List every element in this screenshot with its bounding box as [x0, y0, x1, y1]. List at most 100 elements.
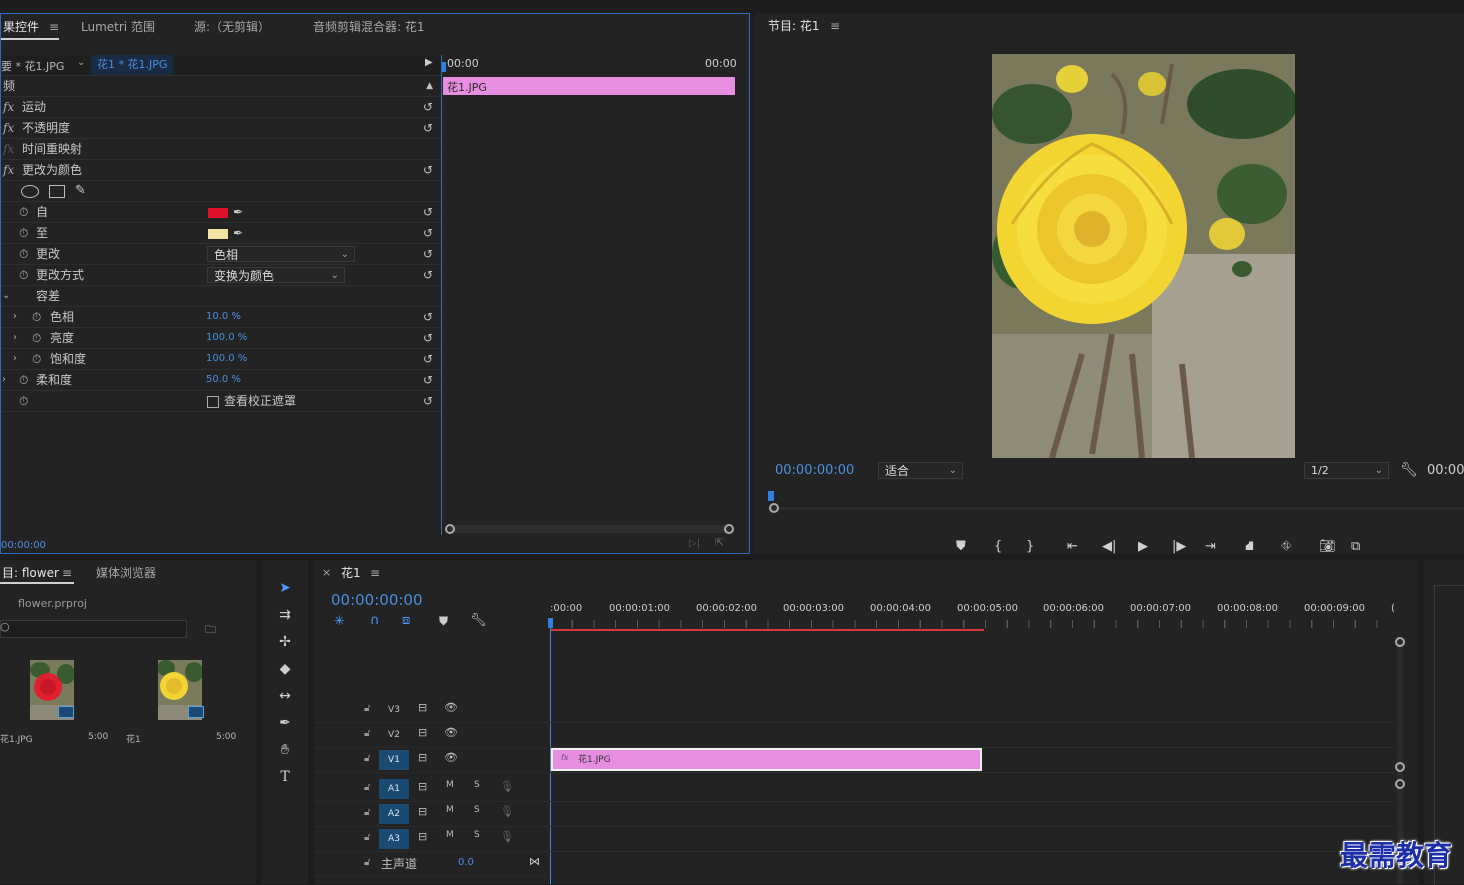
lock-icon[interactable]: 🔓︎ — [364, 832, 370, 843]
reset-icon[interactable]: ↺ — [423, 202, 433, 222]
pen-tool-icon[interactable]: ✒ — [272, 711, 298, 735]
step-forward-icon[interactable]: |▶ — [1172, 539, 1186, 554]
scroll-handle-left[interactable] — [445, 524, 455, 534]
lock-icon[interactable]: 🔓︎ — [364, 703, 370, 714]
insert-nest-icon[interactable]: ✳ — [334, 614, 345, 629]
reset-icon[interactable]: ↺ — [423, 223, 433, 243]
pen-mask-icon[interactable]: ✎ — [75, 181, 86, 201]
reset-icon[interactable]: ↺ — [423, 391, 433, 411]
mark-in-icon[interactable]: { — [994, 539, 1002, 554]
lightness-value[interactable]: 100.0 % — [206, 328, 247, 348]
timeline-clip[interactable]: fx 花1.JPG — [551, 748, 982, 771]
rectangle-mask-icon[interactable] — [49, 185, 65, 198]
stopwatch-icon[interactable]: ⏱ — [32, 328, 41, 348]
mask-checkbox[interactable] — [207, 396, 219, 408]
track-name[interactable]: V2 — [379, 725, 409, 745]
extract-icon[interactable]: ⛗ — [1281, 539, 1291, 554]
fit-dropdown[interactable]: 适合 ⌄ — [878, 462, 963, 479]
reset-icon[interactable]: ↺ — [423, 160, 433, 180]
reset-icon[interactable]: ↺ — [423, 370, 433, 390]
resolution-dropdown[interactable]: 1/2 ⌄ — [1304, 462, 1389, 479]
stopwatch-icon[interactable]: ⏱ — [19, 391, 28, 411]
expand-chevron-icon[interactable]: › — [13, 307, 17, 327]
track-name[interactable]: V1 — [379, 750, 409, 770]
sync-lock-icon[interactable]: ⊟ — [418, 751, 427, 764]
tab-audio-clip-mixer[interactable]: 音频剪辑混合器: 花1 — [313, 14, 425, 40]
eye-icon[interactable]: 👁︎ — [444, 726, 458, 739]
sync-lock-icon[interactable]: ⊟ — [418, 701, 427, 714]
to-color-swatch[interactable] — [208, 229, 228, 239]
timeline-settings-icon[interactable]: 🔧︎ — [470, 613, 487, 628]
project-item[interactable]: 花1 5:00 — [120, 652, 236, 752]
lock-icon[interactable]: 🔓︎ — [364, 807, 370, 818]
stopwatch-icon[interactable]: ⏱ — [19, 265, 28, 285]
timeline-close-icon[interactable]: × — [322, 560, 331, 586]
program-menu-icon[interactable]: ≡ — [830, 13, 840, 39]
from-color-swatch[interactable] — [208, 208, 228, 218]
eyedropper-icon[interactable]: ✒ — [233, 223, 243, 243]
tab-effect-controls[interactable]: 果控件 — [3, 14, 39, 40]
track-name[interactable]: V3 — [379, 700, 409, 720]
timeline-tab[interactable]: 花1 — [341, 560, 361, 586]
type-tool-icon[interactable]: T — [272, 765, 298, 789]
ellipse-mask-icon[interactable] — [21, 185, 39, 198]
stopwatch-icon[interactable]: ⏱ — [19, 244, 28, 264]
effect-row-time-remap[interactable]: fx 时间重映射 — [1, 139, 441, 160]
work-area-bar[interactable] — [550, 629, 984, 631]
camera-icon[interactable]: 📷︎ — [1319, 539, 1336, 554]
scrubber-playhead[interactable] — [768, 491, 774, 501]
fx-icon[interactable]: fx — [3, 160, 14, 180]
add-marker-icon[interactable]: ⛊ — [439, 614, 448, 629]
project-search-input[interactable] — [0, 620, 187, 638]
fx-icon[interactable]: fx — [3, 97, 14, 117]
scroll-handle-middle[interactable] — [1395, 762, 1405, 772]
effect-row-opacity[interactable]: fx 不透明度 ↺ — [1, 118, 441, 139]
sync-lock-icon[interactable]: ⊟ — [418, 805, 427, 818]
mute-button[interactable]: M — [446, 805, 454, 815]
track-lane-a1[interactable] — [550, 777, 1394, 802]
reset-icon[interactable]: ↺ — [423, 118, 433, 138]
eyedropper-icon[interactable]: ✒ — [233, 202, 243, 222]
selection-tool-icon[interactable]: ➤ — [272, 576, 298, 600]
reset-icon[interactable]: ↺ — [423, 349, 433, 369]
snap-icon[interactable]: ∩ — [370, 613, 380, 628]
timeline-menu-icon[interactable]: ≡ — [370, 560, 380, 586]
timeline-timecode[interactable]: 00:00:00:00 — [331, 591, 423, 609]
master-value[interactable]: 0.0 — [458, 857, 474, 868]
reset-icon[interactable]: ↺ — [423, 307, 433, 327]
fx-icon[interactable]: fx — [3, 118, 14, 138]
track-lane-a3[interactable] — [550, 827, 1394, 852]
slip-tool-icon[interactable]: ↔ — [272, 684, 298, 708]
expand-chevron-icon[interactable]: › — [13, 328, 17, 348]
go-to-in-icon[interactable]: ⇤ — [1067, 539, 1078, 554]
track-lane-v3[interactable] — [550, 698, 1394, 723]
export-icon[interactable]: ⇱ — [715, 536, 724, 549]
timeline-ruler[interactable]: :00:00 00:00:01:00 00:00:02:00 00:00:03:… — [550, 600, 1395, 632]
track-name[interactable]: A3 — [379, 829, 409, 849]
hue-value[interactable]: 10.0 % — [206, 307, 241, 327]
tab-source[interactable]: 源:（无剪辑） — [194, 14, 270, 40]
stopwatch-icon[interactable]: ⏱ — [32, 307, 41, 327]
stopwatch-icon[interactable]: ⏱ — [19, 202, 28, 222]
track-name[interactable]: A2 — [379, 804, 409, 824]
microphone-icon[interactable]: 🎙︎ — [500, 780, 514, 793]
expand-chevron-icon[interactable]: › — [13, 349, 17, 369]
reset-icon[interactable]: ↺ — [423, 97, 433, 117]
timeline-playhead-head[interactable] — [548, 618, 553, 628]
add-marker-icon[interactable]: ⛊ — [956, 539, 966, 554]
clip-dropdown-icon[interactable]: ⌄ — [77, 57, 85, 68]
lock-icon[interactable]: 🔓︎ — [364, 782, 370, 793]
program-video-frame[interactable] — [992, 54, 1295, 458]
solo-button[interactable]: S — [474, 780, 480, 790]
ripple-edit-tool-icon[interactable]: ✢ — [272, 630, 298, 654]
filter-icon[interactable]: ▷| — [689, 538, 700, 549]
mark-out-icon[interactable]: } — [1026, 539, 1034, 554]
effect-timeline-clip[interactable]: 花1.JPG — [443, 77, 735, 95]
stopwatch-icon[interactable]: ⏱ — [19, 370, 28, 390]
reset-icon[interactable]: ↺ — [423, 265, 433, 285]
microphone-icon[interactable]: 🎙︎ — [500, 805, 514, 818]
tab-media-browser[interactable]: 媒体浏览器 — [96, 560, 156, 586]
saturation-value[interactable]: 100.0 % — [206, 349, 247, 369]
program-scrubber[interactable] — [768, 491, 1464, 513]
expand-chevron-icon[interactable]: ⌄ — [2, 286, 10, 306]
